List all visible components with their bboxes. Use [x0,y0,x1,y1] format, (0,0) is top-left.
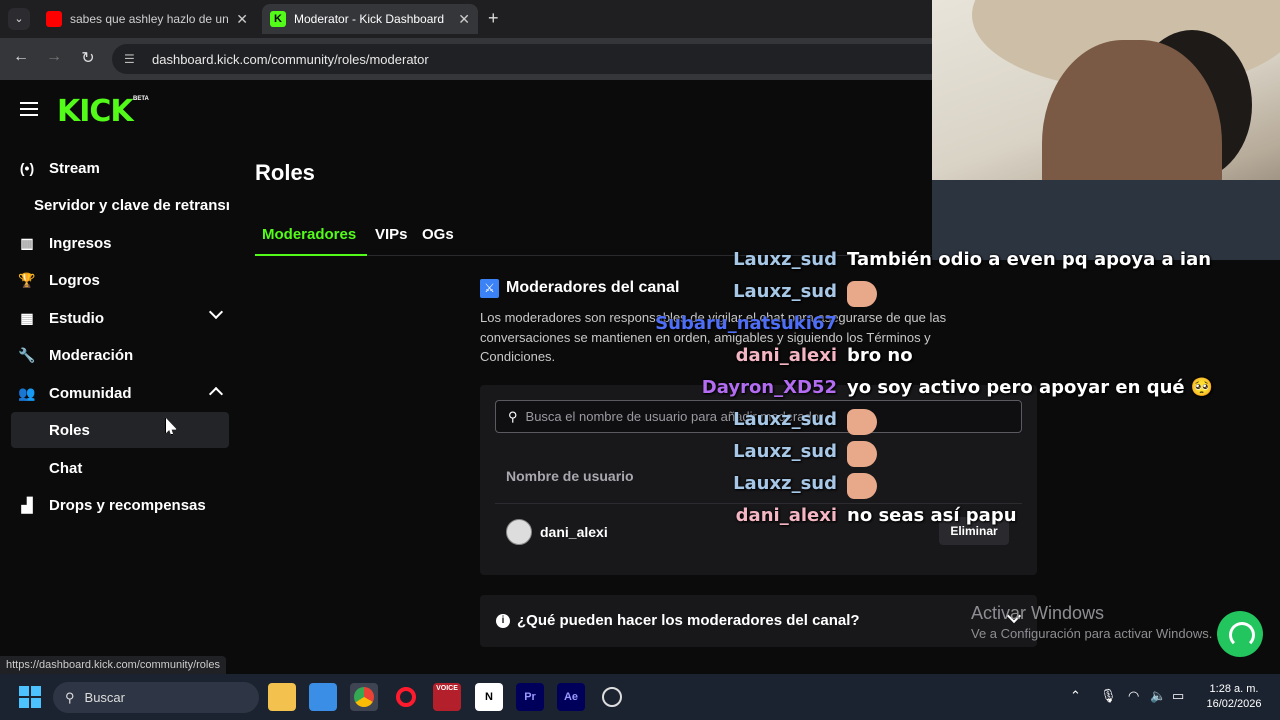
chat-username[interactable]: dani_alexi [736,505,837,526]
page-title: Roles [255,160,315,185]
chat-message: Lauxz_sud [0,441,1280,471]
tab-search-button[interactable]: ⌄ [8,8,30,30]
speaker-icon[interactable]: 🔈 [1150,688,1166,704]
kick-favicon-icon: K [270,11,286,27]
chat-message: Lauxz_sud [0,473,1280,503]
notion-icon[interactable]: N [475,683,503,711]
browser-tab-kick[interactable]: K Moderator - Kick Dashboard ✕ [262,4,478,34]
chat-text [847,281,877,307]
menu-icon[interactable] [20,102,38,120]
taskbar-search-label: Buscar [84,690,125,705]
chat-username[interactable]: Lauxz_sud [733,281,837,302]
chat-message: Dayron_XD52 yo soy activo pero apoyar en … [0,377,1280,407]
store-icon[interactable] [309,683,337,711]
tab-vips[interactable]: VIPs [375,226,408,243]
tab-ogs[interactable]: OGs [422,226,454,243]
tab-title: Moderator - Kick Dashboard [294,12,445,26]
info-icon: i [496,614,510,628]
taskbar-clock[interactable]: 1:28 a. m. 16/02/2026 [1196,682,1272,712]
chat-text: no seas así papu [847,505,1017,526]
forward-icon[interactable]: → [43,48,65,66]
chat-message: dani_alexi no seas así papu [0,505,1280,535]
search-icon: ⚲ [65,689,75,705]
voicemeeter-icon[interactable]: VOICE [433,683,461,711]
chat-text [847,441,877,467]
pointing-hand-emote-icon [847,441,877,467]
faq-accordion[interactable]: i ¿Qué pueden hacer los moderadores del … [480,595,1037,647]
shirt-shape [932,180,1280,260]
sidebar-item-label: Stream [49,159,100,177]
after-effects-icon[interactable]: Ae [557,683,585,711]
tab-title: sabes que ashley hazlo de una v [70,12,229,26]
youtube-icon [46,11,62,27]
microphone-icon[interactable]: 🎙 [1100,688,1117,704]
chat-message: Lauxz_sud [0,409,1280,439]
chat-text [847,409,877,435]
broadcast-icon: (•) [19,160,35,176]
chat-username[interactable]: Subaru_natsuki67 [655,313,837,334]
opera-icon[interactable] [392,683,420,711]
wifi-icon[interactable]: ◠ [1128,688,1139,704]
sidebar-item-stream[interactable]: (•) Stream [11,150,229,186]
windows-start-icon[interactable] [19,686,41,708]
windows-activation-subtitle: Ve a Configuración para activar Windows. [971,626,1213,641]
windows-taskbar: ⚲ Buscar VOICE N Pr Ae ⌃ 🎙 ◠ 🔈 ▭ 1:28 a.… [0,674,1280,720]
chat-username[interactable]: Dayron_XD52 [702,377,837,398]
webcam-overlay [932,0,1280,260]
clock-time: 1:28 a. m. [1209,683,1259,695]
close-icon[interactable]: ✕ [458,11,470,28]
chat-text [847,473,877,499]
sidebar-item-server-key[interactable]: Servidor y clave de retransm [11,187,229,223]
new-tab-icon[interactable]: + [488,8,499,29]
chat-username[interactable]: Lauxz_sud [733,473,837,494]
battery-icon[interactable]: ▭ [1172,688,1184,704]
chat-message: dani_alexi bro no [0,345,1280,375]
kick-logo[interactable]: KICK [57,94,134,129]
obs-icon[interactable] [598,683,626,711]
url-text: dashboard.kick.com/community/roles/moder… [152,51,429,67]
site-info-icon[interactable]: ☰ [124,52,142,66]
pointing-hand-emote-icon [847,409,877,435]
tab-moderadores[interactable]: Moderadores [262,226,356,243]
chat-username[interactable]: dani_alexi [736,345,837,366]
chat-text: yo soy activo pero apoyar en qué 🥺 [847,377,1214,398]
clock-date: 16/02/2026 [1206,698,1262,710]
sidebar-item-label: Servidor y clave de retransm [34,196,229,214]
status-bar-url: https://dashboard.kick.com/community/rol… [0,656,226,674]
pointing-hand-emote-icon [847,473,877,499]
back-icon[interactable]: ← [10,48,32,66]
taskbar-search[interactable]: ⚲ Buscar [53,682,259,713]
chat-message: Lauxz_sud También odio a even pq apoya a … [0,249,1280,279]
file-explorer-icon[interactable] [268,683,296,711]
reload-icon[interactable]: ↻ [77,48,99,68]
close-icon[interactable]: ✕ [236,11,248,28]
chat-username[interactable]: Lauxz_sud [733,409,837,430]
support-headset-icon[interactable] [1217,611,1263,657]
chat-text: bro no [847,345,913,366]
chat-username[interactable]: Lauxz_sud [733,441,837,462]
chrome-icon[interactable] [350,683,378,711]
beta-badge: BETA [133,96,149,102]
faq-question: ¿Qué pueden hacer los moderadores del ca… [517,612,860,629]
chat-text: También odio a even pq apoya a ian [847,249,1212,270]
divider [495,503,1022,504]
windows-activation-title: Activar Windows [971,603,1105,623]
chat-message: Lauxz_sud [0,281,1280,311]
chat-message: Subaru_natsuki67 [0,313,1280,343]
premiere-icon[interactable]: Pr [516,683,544,711]
chat-username[interactable]: Lauxz_sud [733,249,837,270]
chevron-up-icon[interactable]: ⌃ [1070,688,1081,704]
browser-tab-youtube[interactable]: sabes que ashley hazlo de una v ✕ [38,4,256,34]
pointing-hand-emote-icon [847,281,877,307]
